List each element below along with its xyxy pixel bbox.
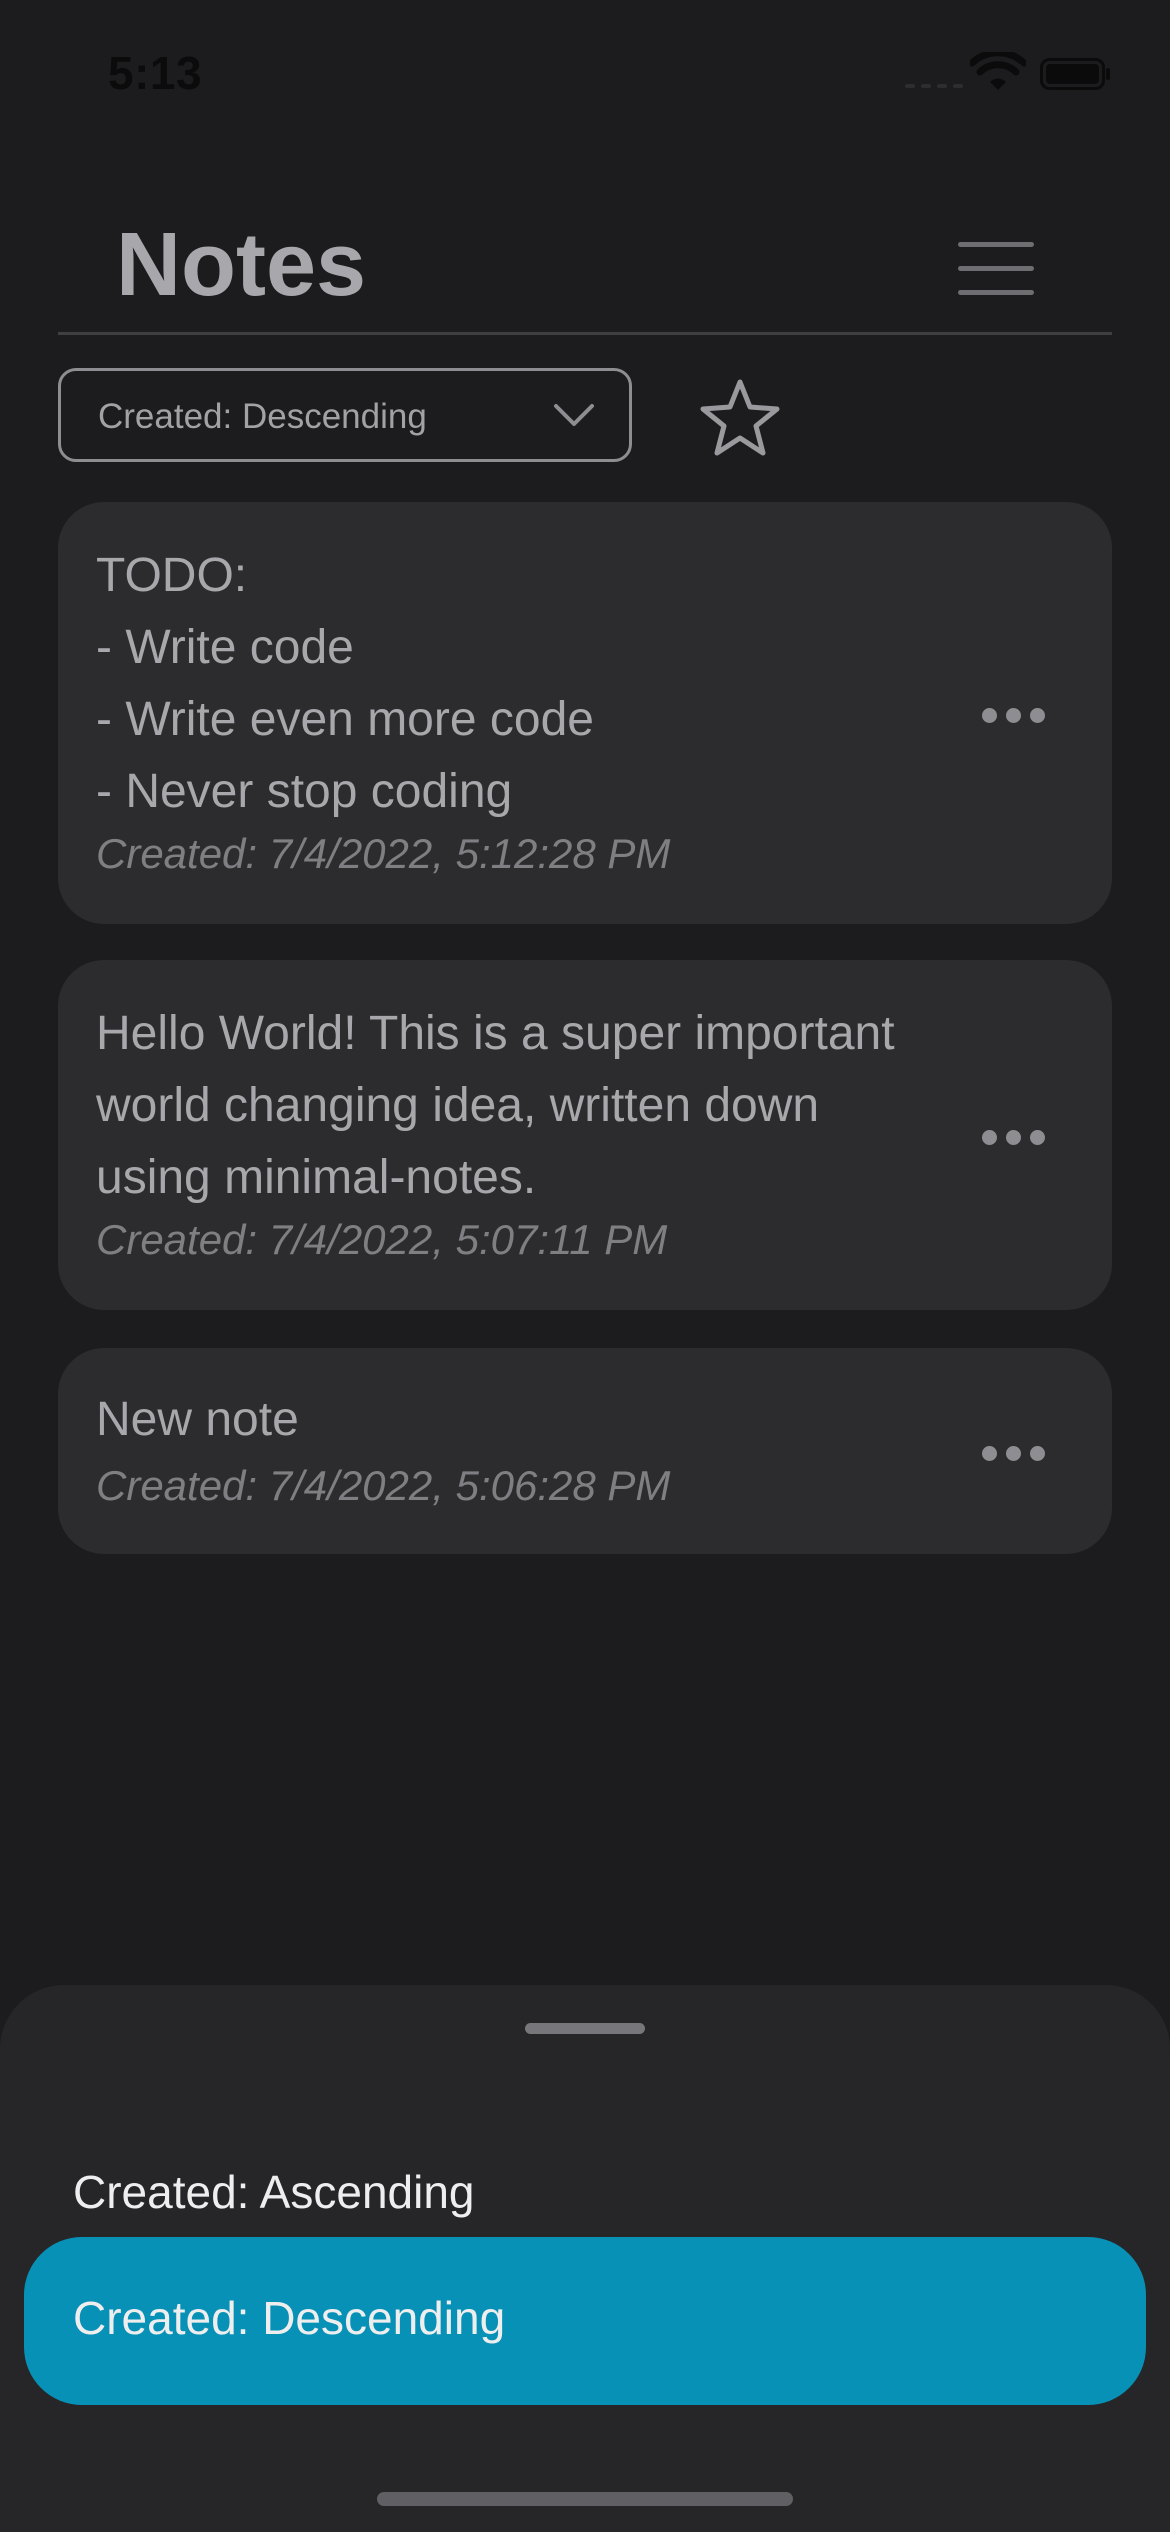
note-created-date: Created: 7/4/2022, 5:06:28 PM <box>96 1462 671 1509</box>
page-title: Notes <box>116 215 367 315</box>
note-line: - Never stop coding <box>96 765 513 818</box>
toolbar: Created: Descending <box>58 368 1112 466</box>
menu-button[interactable] <box>956 242 1036 298</box>
sheet-grabber[interactable] <box>525 2023 645 2034</box>
note-line: Hello World! This is a super important <box>96 1007 895 1060</box>
note-card[interactable]: Hello World! This is a super important w… <box>58 960 1112 1310</box>
chevron-down-icon <box>554 404 594 426</box>
ellipsis-icon <box>982 1130 997 1145</box>
note-line: TODO: <box>96 549 248 602</box>
note-created-date: Created: 7/4/2022, 5:07:11 PM <box>96 1216 668 1263</box>
note-created-date: Created: 7/4/2022, 5:12:28 PM <box>96 830 671 877</box>
sort-select[interactable]: Created: Descending <box>58 368 632 462</box>
star-outline-icon <box>700 379 780 456</box>
sort-select-value: Created: Descending <box>98 397 427 436</box>
sort-options-sheet: Created: Ascending Created: Descending <box>0 1985 1170 2532</box>
sort-option-created-descending[interactable]: Created: Descending <box>24 2237 1146 2405</box>
favorites-filter-button[interactable] <box>698 378 782 458</box>
status-bar: 5:13 <box>0 0 1170 150</box>
header: Notes <box>58 200 1112 335</box>
note-content: Hello World! This is a super important w… <box>96 998 946 1214</box>
note-line: using minimal-notes. <box>96 1151 537 1204</box>
note-card[interactable]: TODO: - Write code - Write even more cod… <box>58 502 1112 924</box>
sort-option-label: Created: Ascending <box>73 2166 475 2218</box>
hamburger-menu-icon <box>958 242 1034 247</box>
home-indicator <box>377 2492 793 2506</box>
battery-icon <box>1040 58 1110 90</box>
note-more-button[interactable] <box>968 1106 1058 1166</box>
cellular-signal-icon <box>905 84 963 88</box>
note-line: - Write code <box>96 621 354 674</box>
status-time: 5:13 <box>108 47 203 99</box>
note-more-button[interactable] <box>968 684 1058 744</box>
ellipsis-icon <box>982 1446 997 1461</box>
note-content: TODO: - Write code - Write even more cod… <box>96 540 946 828</box>
note-content: New note <box>96 1384 946 1456</box>
note-card[interactable]: New note Created: 7/4/2022, 5:06:28 PM <box>58 1348 1112 1554</box>
sort-option-label: Created: Descending <box>73 2292 506 2344</box>
wifi-icon <box>970 52 1026 90</box>
note-line: world changing idea, written down <box>96 1079 820 1132</box>
note-line: - Write even more code <box>96 693 594 746</box>
ellipsis-icon <box>982 708 997 723</box>
note-more-button[interactable] <box>968 1422 1058 1482</box>
note-line: New note <box>96 1393 299 1446</box>
